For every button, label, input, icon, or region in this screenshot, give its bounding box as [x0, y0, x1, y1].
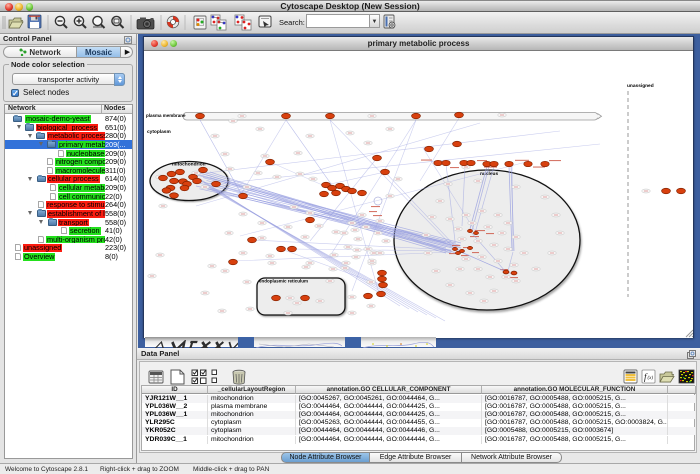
svg-text:endoplasmic reticulum: endoplasmic reticulum	[259, 279, 308, 284]
svg-text:mitochondrion: mitochondrion	[172, 162, 206, 168]
svg-text:cytoplasm: cytoplasm	[147, 129, 171, 135]
svg-text:unassigned: unassigned	[627, 83, 654, 89]
svg-text:nucleus: nucleus	[480, 171, 498, 177]
svg-text:plasma membrane: plasma membrane	[146, 113, 186, 118]
svg-text:(x): (x)	[648, 376, 654, 381]
